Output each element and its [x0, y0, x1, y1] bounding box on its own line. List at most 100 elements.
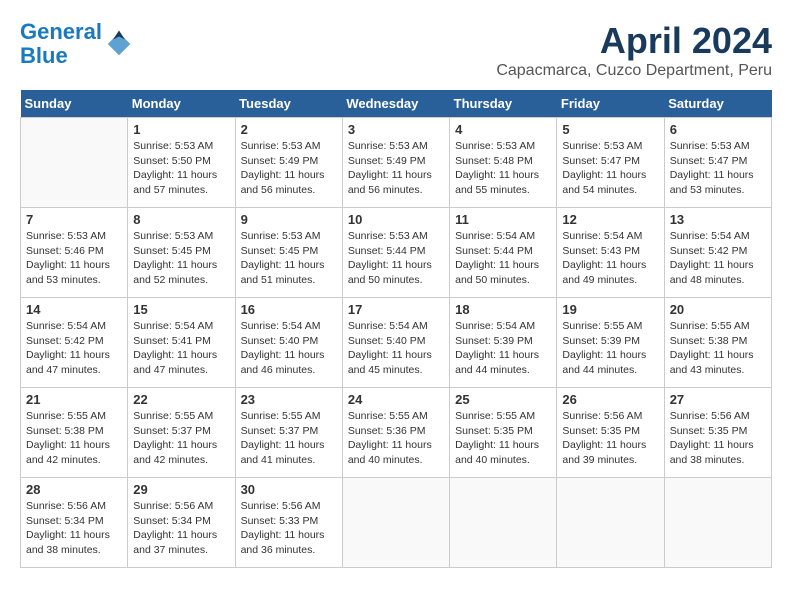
day-number: 17: [348, 302, 444, 317]
day-number: 10: [348, 212, 444, 227]
day-info: Sunrise: 5:54 AMSunset: 5:42 PMDaylight:…: [26, 319, 122, 378]
day-number: 2: [241, 122, 337, 137]
calendar-cell: 3 Sunrise: 5:53 AMSunset: 5:49 PMDaylight…: [342, 118, 449, 208]
day-number: 3: [348, 122, 444, 137]
calendar-cell: 24 Sunrise: 5:55 AMSunset: 5:36 PMDayligh…: [342, 388, 449, 478]
calendar-header: SundayMondayTuesdayWednesdayThursdayFrid…: [21, 90, 772, 118]
logo-text: GeneralBlue: [20, 20, 102, 68]
day-info: Sunrise: 5:56 AMSunset: 5:35 PMDaylight:…: [562, 409, 658, 468]
day-info: Sunrise: 5:53 AMSunset: 5:47 PMDaylight:…: [670, 139, 766, 198]
week-row-2: 7 Sunrise: 5:53 AMSunset: 5:46 PMDaylight…: [21, 208, 772, 298]
day-number: 26: [562, 392, 658, 407]
calendar-cell: [557, 478, 664, 568]
calendar-cell: 2 Sunrise: 5:53 AMSunset: 5:49 PMDaylight…: [235, 118, 342, 208]
day-info: Sunrise: 5:56 AMSunset: 5:35 PMDaylight:…: [670, 409, 766, 468]
header-day-monday: Monday: [128, 90, 235, 118]
calendar-cell: 18 Sunrise: 5:54 AMSunset: 5:39 PMDayligh…: [450, 298, 557, 388]
header-day-wednesday: Wednesday: [342, 90, 449, 118]
day-number: 21: [26, 392, 122, 407]
day-number: 5: [562, 122, 658, 137]
calendar-cell: [450, 478, 557, 568]
calendar-cell: [21, 118, 128, 208]
calendar-cell: 5Sunrise: 5:53 AMSunset: 5:47 PMDaylight…: [557, 118, 664, 208]
day-info: Sunrise: 5:54 AMSunset: 5:40 PMDaylight:…: [241, 319, 337, 378]
day-number: 4: [455, 122, 551, 137]
day-info: Sunrise: 5:54 AMSunset: 5:44 PMDaylight:…: [455, 229, 551, 288]
day-number: 28: [26, 482, 122, 497]
day-number: 23: [241, 392, 337, 407]
day-number: 7: [26, 212, 122, 227]
day-info: Sunrise: 5:54 AMSunset: 5:39 PMDaylight:…: [455, 319, 551, 378]
day-info: Sunrise: 5:56 AMSunset: 5:34 PMDaylight:…: [26, 499, 122, 558]
header-day-tuesday: Tuesday: [235, 90, 342, 118]
calendar-body: 1Sunrise: 5:53 AMSunset: 5:50 PMDaylight…: [21, 118, 772, 568]
day-info: Sunrise: 5:53 AMSunset: 5:48 PMDaylight:…: [455, 139, 551, 198]
day-number: 14: [26, 302, 122, 317]
calendar-cell: 22 Sunrise: 5:55 AMSunset: 5:37 PMDayligh…: [128, 388, 235, 478]
calendar-cell: 14 Sunrise: 5:54 AMSunset: 5:42 PMDayligh…: [21, 298, 128, 388]
day-number: 22: [133, 392, 229, 407]
day-info: Sunrise: 5:55 AMSunset: 5:37 PMDaylight:…: [241, 409, 337, 468]
calendar-cell: 12Sunrise: 5:54 AMSunset: 5:43 PMDayligh…: [557, 208, 664, 298]
logo-icon: [104, 29, 134, 59]
calendar-cell: 1Sunrise: 5:53 AMSunset: 5:50 PMDaylight…: [128, 118, 235, 208]
day-number: 18: [455, 302, 551, 317]
calendar-cell: 9 Sunrise: 5:53 AMSunset: 5:45 PMDaylight…: [235, 208, 342, 298]
day-number: 29: [133, 482, 229, 497]
day-info: Sunrise: 5:55 AMSunset: 5:38 PMDaylight:…: [670, 319, 766, 378]
calendar-cell: 4 Sunrise: 5:53 AMSunset: 5:48 PMDaylight…: [450, 118, 557, 208]
week-row-1: 1Sunrise: 5:53 AMSunset: 5:50 PMDaylight…: [21, 118, 772, 208]
day-number: 15: [133, 302, 229, 317]
day-info: Sunrise: 5:54 AMSunset: 5:40 PMDaylight:…: [348, 319, 444, 378]
calendar-cell: 27 Sunrise: 5:56 AMSunset: 5:35 PMDayligh…: [664, 388, 771, 478]
calendar-cell: 30 Sunrise: 5:56 AMSunset: 5:33 PMDayligh…: [235, 478, 342, 568]
day-info: Sunrise: 5:53 AMSunset: 5:44 PMDaylight:…: [348, 229, 444, 288]
calendar-cell: 6 Sunrise: 5:53 AMSunset: 5:47 PMDaylight…: [664, 118, 771, 208]
week-row-5: 28 Sunrise: 5:56 AMSunset: 5:34 PMDayligh…: [21, 478, 772, 568]
calendar-cell: 20 Sunrise: 5:55 AMSunset: 5:38 PMDayligh…: [664, 298, 771, 388]
day-info: Sunrise: 5:54 AMSunset: 5:42 PMDaylight:…: [670, 229, 766, 288]
day-number: 6: [670, 122, 766, 137]
day-info: Sunrise: 5:56 AMSunset: 5:33 PMDaylight:…: [241, 499, 337, 558]
day-info: Sunrise: 5:55 AMSunset: 5:39 PMDaylight:…: [562, 319, 658, 378]
day-number: 20: [670, 302, 766, 317]
day-info: Sunrise: 5:53 AMSunset: 5:45 PMDaylight:…: [241, 229, 337, 288]
day-info: Sunrise: 5:54 AMSunset: 5:41 PMDaylight:…: [133, 319, 229, 378]
day-info: Sunrise: 5:53 AMSunset: 5:50 PMDaylight:…: [133, 139, 229, 198]
day-info: Sunrise: 5:55 AMSunset: 5:36 PMDaylight:…: [348, 409, 444, 468]
header-day-sunday: Sunday: [21, 90, 128, 118]
day-number: 8: [133, 212, 229, 227]
calendar-cell: 19Sunrise: 5:55 AMSunset: 5:39 PMDayligh…: [557, 298, 664, 388]
header-row: SundayMondayTuesdayWednesdayThursdayFrid…: [21, 90, 772, 118]
calendar-cell: 13Sunrise: 5:54 AMSunset: 5:42 PMDayligh…: [664, 208, 771, 298]
calendar-cell: 21 Sunrise: 5:55 AMSunset: 5:38 PMDayligh…: [21, 388, 128, 478]
page-header: GeneralBlue April 2024 Capacmarca, Cuzco…: [20, 20, 772, 80]
logo: GeneralBlue: [20, 20, 134, 68]
day-info: Sunrise: 5:53 AMSunset: 5:45 PMDaylight:…: [133, 229, 229, 288]
day-number: 30: [241, 482, 337, 497]
day-info: Sunrise: 5:55 AMSunset: 5:37 PMDaylight:…: [133, 409, 229, 468]
day-number: 12: [562, 212, 658, 227]
calendar-cell: 23 Sunrise: 5:55 AMSunset: 5:37 PMDayligh…: [235, 388, 342, 478]
day-info: Sunrise: 5:53 AMSunset: 5:46 PMDaylight:…: [26, 229, 122, 288]
calendar-cell: 7 Sunrise: 5:53 AMSunset: 5:46 PMDaylight…: [21, 208, 128, 298]
calendar-cell: 16Sunrise: 5:54 AMSunset: 5:40 PMDayligh…: [235, 298, 342, 388]
calendar-cell: 29 Sunrise: 5:56 AMSunset: 5:34 PMDayligh…: [128, 478, 235, 568]
location-subtitle: Capacmarca, Cuzco Department, Peru: [496, 62, 772, 80]
day-info: Sunrise: 5:53 AMSunset: 5:49 PMDaylight:…: [241, 139, 337, 198]
calendar-cell: 11 Sunrise: 5:54 AMSunset: 5:44 PMDayligh…: [450, 208, 557, 298]
calendar-cell: 26 Sunrise: 5:56 AMSunset: 5:35 PMDayligh…: [557, 388, 664, 478]
day-number: 11: [455, 212, 551, 227]
day-number: 24: [348, 392, 444, 407]
day-info: Sunrise: 5:55 AMSunset: 5:38 PMDaylight:…: [26, 409, 122, 468]
day-number: 25: [455, 392, 551, 407]
day-info: Sunrise: 5:53 AMSunset: 5:49 PMDaylight:…: [348, 139, 444, 198]
day-info: Sunrise: 5:55 AMSunset: 5:35 PMDaylight:…: [455, 409, 551, 468]
calendar-cell: 28 Sunrise: 5:56 AMSunset: 5:34 PMDayligh…: [21, 478, 128, 568]
calendar-cell: [342, 478, 449, 568]
week-row-3: 14 Sunrise: 5:54 AMSunset: 5:42 PMDayligh…: [21, 298, 772, 388]
day-number: 27: [670, 392, 766, 407]
day-number: 9: [241, 212, 337, 227]
header-day-saturday: Saturday: [664, 90, 771, 118]
day-info: Sunrise: 5:56 AMSunset: 5:34 PMDaylight:…: [133, 499, 229, 558]
